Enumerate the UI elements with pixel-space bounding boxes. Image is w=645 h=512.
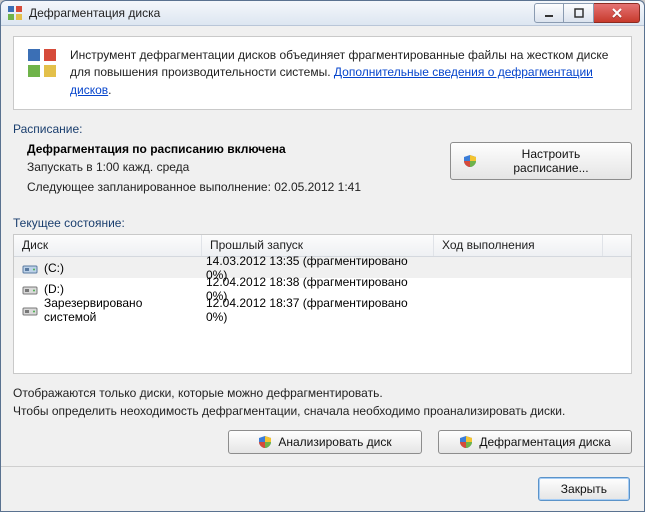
drive-icon bbox=[22, 281, 38, 297]
configure-schedule-button[interactable]: Настроить расписание... bbox=[450, 142, 632, 180]
close-button-label: Закрыть bbox=[561, 482, 607, 496]
schedule-run-line: Запускать в 1:00 кажд. среда bbox=[27, 160, 430, 174]
note-line-1: Отображаются только диски, которые можно… bbox=[13, 384, 632, 402]
window-title: Дефрагментация диска bbox=[29, 6, 534, 20]
window-frame: Дефрагментация диска bbox=[0, 0, 645, 512]
col-spacer bbox=[603, 235, 631, 256]
col-disk[interactable]: Диск bbox=[14, 235, 202, 256]
close-button[interactable]: Закрыть bbox=[538, 477, 630, 501]
note-line-2: Чтобы определить неоходимость дефрагмент… bbox=[13, 402, 632, 420]
notes-text: Отображаются только диски, которые можно… bbox=[13, 384, 632, 420]
analyze-disk-label: Анализировать диск bbox=[278, 435, 391, 449]
col-progress[interactable]: Ход выполнения bbox=[434, 235, 603, 256]
analyze-disk-button[interactable]: Анализировать диск bbox=[228, 430, 422, 454]
schedule-section-label: Расписание: bbox=[13, 122, 632, 136]
close-window-button[interactable] bbox=[594, 3, 640, 23]
configure-schedule-label: Настроить расписание... bbox=[483, 147, 619, 175]
defrag-program-icon bbox=[26, 47, 58, 82]
footer-bar: Закрыть bbox=[1, 466, 644, 511]
disk-name: (C:) bbox=[44, 261, 64, 275]
content-area: Инструмент дефрагментации дисков объедин… bbox=[1, 26, 644, 466]
shield-icon bbox=[459, 435, 473, 449]
action-buttons-row: Анализировать диск Дефрагментация диска bbox=[13, 430, 632, 454]
window-controls bbox=[534, 3, 640, 23]
current-state-label: Текущее состояние: bbox=[13, 216, 632, 230]
info-text-suffix: . bbox=[108, 83, 111, 97]
schedule-next-line: Следующее запланированное выполнение: 02… bbox=[27, 180, 430, 194]
defragment-disk-label: Дефрагментация диска bbox=[479, 435, 610, 449]
minimize-button[interactable] bbox=[534, 3, 564, 23]
app-icon bbox=[7, 5, 23, 21]
shield-icon bbox=[463, 154, 477, 168]
disk-name: Зарезервировано системой bbox=[44, 296, 198, 324]
info-text: Инструмент дефрагментации дисков объедин… bbox=[70, 47, 619, 99]
titlebar[interactable]: Дефрагментация диска bbox=[1, 1, 644, 26]
table-body: (C:) 14.03.2012 13:35 (фрагментировано 0… bbox=[14, 257, 631, 320]
drive-icon bbox=[22, 302, 38, 318]
schedule-area: Дефрагментация по расписанию включена За… bbox=[13, 136, 632, 204]
drive-icon bbox=[22, 260, 38, 276]
disk-table: Диск Прошлый запуск Ход выполнения (C:) … bbox=[13, 234, 632, 374]
maximize-button[interactable] bbox=[564, 3, 594, 23]
schedule-status-title: Дефрагментация по расписанию включена bbox=[27, 142, 430, 156]
table-row[interactable]: Зарезервировано системой 12.04.2012 18:3… bbox=[14, 299, 631, 320]
shield-icon bbox=[258, 435, 272, 449]
info-panel: Инструмент дефрагментации дисков объедин… bbox=[13, 36, 632, 110]
disk-name: (D:) bbox=[44, 282, 64, 296]
disk-last-run: 12.04.2012 18:37 (фрагментировано 0%) bbox=[202, 296, 434, 324]
defragment-disk-button[interactable]: Дефрагментация диска bbox=[438, 430, 632, 454]
schedule-details: Дефрагментация по расписанию включена За… bbox=[27, 142, 430, 200]
